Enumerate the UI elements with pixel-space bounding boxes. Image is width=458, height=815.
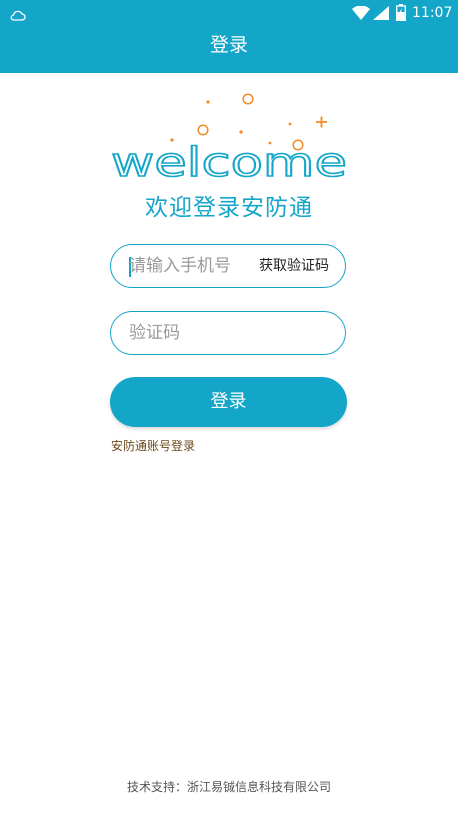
welcome-illustration: welcome xyxy=(110,93,348,180)
welcome-subtitle: 欢迎登录安防通 xyxy=(145,195,313,221)
status-bar: 11:07 xyxy=(0,0,458,26)
page-title: 登录 xyxy=(209,34,248,56)
plus-icon xyxy=(316,116,327,128)
footer-credit: 技术支持：浙江易铖信息科技有限公司 xyxy=(126,780,331,794)
phone-field[interactable]: 获取验证码 xyxy=(110,244,346,288)
login-button[interactable]: 登录 xyxy=(110,377,347,427)
phone-input[interactable] xyxy=(129,245,249,286)
account-login-link[interactable]: 安防通账号登录 xyxy=(111,438,195,454)
battery-charging-icon xyxy=(395,4,407,25)
wifi-icon xyxy=(352,5,370,24)
welcome-word: welcome xyxy=(111,140,347,180)
cloud-icon xyxy=(10,6,26,25)
code-input[interactable] xyxy=(129,312,329,353)
signal-icon xyxy=(373,5,389,24)
status-time: 11:07 xyxy=(412,5,453,21)
app-bar: 11:07 登录 xyxy=(0,0,458,73)
get-code-button[interactable]: 获取验证码 xyxy=(259,256,329,276)
code-field[interactable] xyxy=(110,311,346,355)
